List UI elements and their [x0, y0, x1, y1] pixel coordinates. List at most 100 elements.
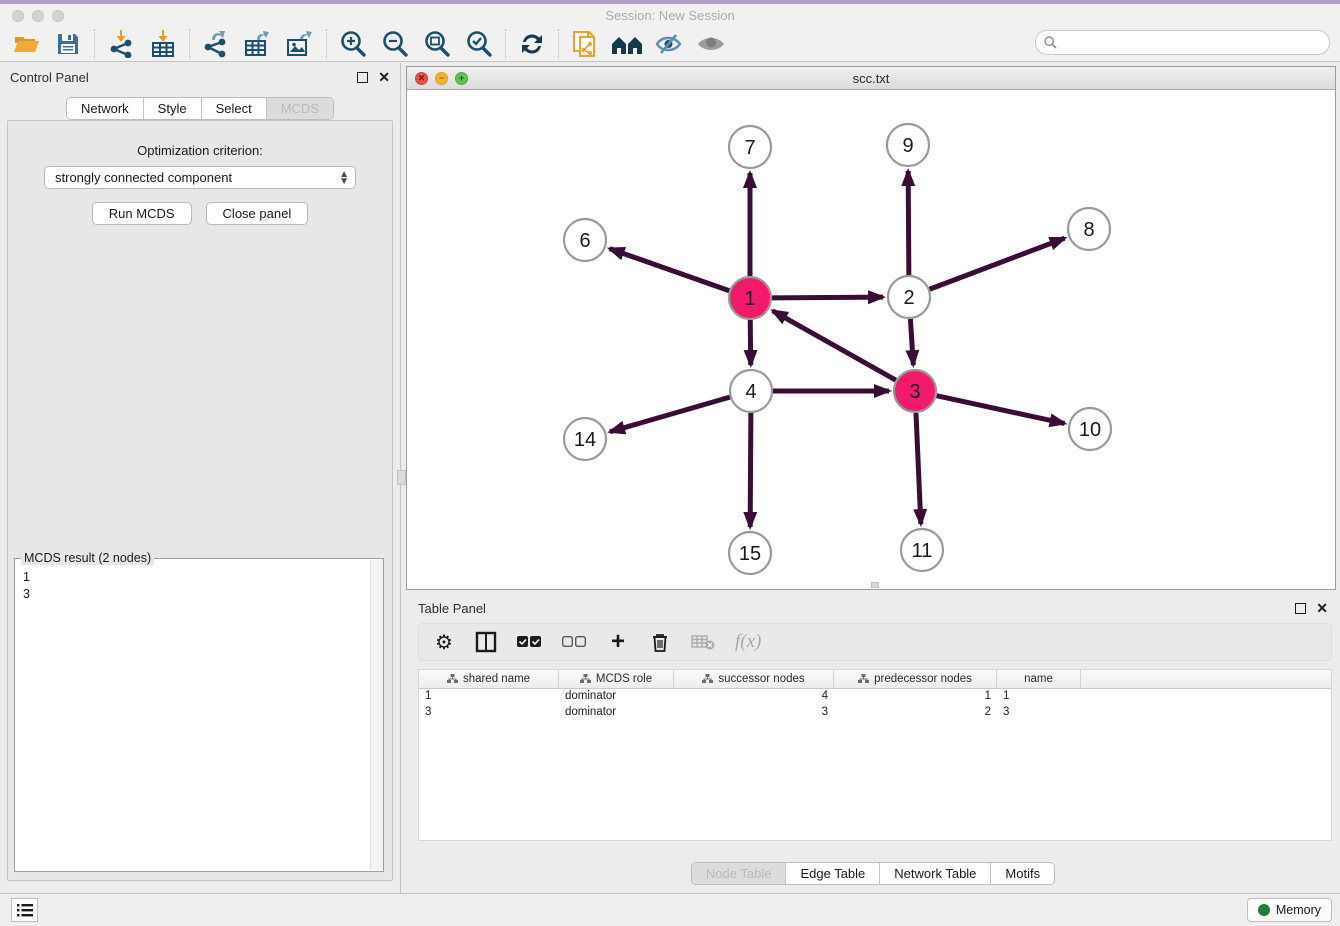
graph-node-14[interactable]: 14 [564, 418, 606, 460]
column-header-predecessor-nodes[interactable]: predecessor nodes [834, 670, 997, 688]
export-network-icon[interactable] [200, 29, 232, 59]
node-table: shared name MCDS role successor nodes pr… [418, 669, 1332, 841]
tab-motifs[interactable]: Motifs [991, 863, 1054, 884]
close-panel-icon[interactable]: ✕ [378, 72, 390, 83]
memory-status-icon [1258, 904, 1270, 916]
gear-icon[interactable]: ⚙ [433, 629, 455, 655]
refresh-icon[interactable] [516, 29, 548, 59]
zoom-in-icon[interactable] [337, 29, 369, 59]
table-panel: Table Panel ✕ ⚙ + f(x) shared name [406, 595, 1340, 893]
canvas-grip[interactable] [871, 582, 879, 588]
run-mcds-button[interactable]: Run MCDS [92, 202, 192, 225]
graph-edge-4-15[interactable] [750, 413, 751, 527]
graph-node-9[interactable]: 9 [887, 124, 929, 166]
result-scrollbar[interactable] [370, 560, 383, 870]
graph-node-label: 14 [574, 429, 596, 451]
graph-edge-3-11[interactable] [916, 413, 921, 524]
delete-column-icon [691, 629, 715, 655]
cell-name: 3 [997, 705, 1081, 721]
cell-mcds-role: dominator [559, 689, 674, 705]
column-header-mcds-role[interactable]: MCDS role [559, 670, 674, 688]
zoom-fit-icon[interactable] [421, 29, 453, 59]
save-session-icon[interactable] [52, 29, 84, 59]
search-input[interactable] [1062, 36, 1329, 50]
cell-shared-name: 1 [419, 689, 559, 705]
graph-edge-1-2[interactable] [772, 297, 883, 298]
zoom-selected-icon[interactable] [463, 29, 495, 59]
tab-edge-table[interactable]: Edge Table [786, 863, 880, 884]
graph-edge-2-9[interactable] [908, 171, 909, 275]
column-header-successor-nodes[interactable]: successor nodes [674, 670, 834, 688]
graph-node-11[interactable]: 11 [901, 529, 943, 571]
graph-edge-4-14[interactable] [610, 397, 730, 432]
column-type-icon [858, 674, 869, 684]
memory-label: Memory [1276, 903, 1321, 917]
column-header-name[interactable]: name [997, 670, 1081, 688]
tab-network[interactable]: Network [67, 98, 144, 119]
add-icon[interactable]: + [607, 629, 629, 655]
tab-style[interactable]: Style [144, 98, 202, 119]
show-network-icon[interactable] [695, 29, 727, 59]
tab-mcds[interactable]: MCDS [267, 98, 333, 119]
graph-edge-2-8[interactable] [930, 238, 1065, 289]
graph-node-2[interactable]: 2 [888, 276, 930, 318]
first-neighbors-icon[interactable] [611, 29, 643, 59]
graph-node-7[interactable]: 7 [729, 126, 771, 168]
graph-edge-1-6[interactable] [610, 249, 730, 291]
graph-edge-3-1[interactable] [773, 311, 896, 380]
deselect-all-icon[interactable] [562, 629, 587, 655]
control-panel: Control Panel ✕ Network Style Select MCD… [0, 63, 401, 893]
mcds-result-list[interactable]: 1 3 [15, 559, 383, 603]
import-table-icon[interactable] [147, 29, 179, 59]
column-type-icon [447, 674, 458, 684]
search-field[interactable] [1035, 30, 1330, 55]
graph-edge-2-3[interactable] [910, 319, 913, 365]
graph-node-3[interactable]: 3 [894, 370, 936, 412]
column-header-shared-name[interactable]: shared name [419, 670, 559, 688]
graph-node-label: 8 [1083, 219, 1094, 241]
tab-network-table[interactable]: Network Table [880, 863, 991, 884]
export-image-icon[interactable] [284, 29, 316, 59]
tab-node-table[interactable]: Node Table [692, 863, 787, 884]
network-canvas[interactable]: 7 9 6 8 1 2 4 3 14 10 15 11 [407, 90, 1335, 589]
mcds-result-box: MCDS result (2 nodes) 1 3 [14, 558, 384, 872]
import-network-icon[interactable] [105, 29, 137, 59]
graph-node-15[interactable]: 15 [729, 532, 771, 574]
open-session-icon[interactable] [10, 29, 42, 59]
float-panel-icon[interactable] [357, 72, 368, 83]
column-type-icon [702, 674, 713, 684]
delete-icon[interactable] [649, 629, 671, 655]
select-all-icon[interactable] [517, 629, 542, 655]
window-title: Session: New Session [0, 8, 1340, 23]
memory-button[interactable]: Memory [1247, 898, 1332, 922]
table-row[interactable]: 3 dominator 3 2 3 [419, 705, 1331, 721]
graph-node-10[interactable]: 10 [1069, 408, 1111, 450]
network-view-window: ✕ − + scc.txt 7 9 6 8 1 2 4 3 14 10 15 11 [406, 66, 1336, 590]
search-icon [1044, 36, 1057, 49]
export-table-icon[interactable] [242, 29, 274, 59]
control-panel-title: Control Panel [10, 70, 357, 85]
graph-edge-3-10[interactable] [936, 396, 1064, 424]
splitter-handle[interactable] [397, 470, 406, 485]
optimization-criterion-label: Optimization criterion: [8, 143, 392, 158]
table-row[interactable]: 1 dominator 4 1 1 [419, 689, 1331, 705]
network-window-titlebar[interactable]: ✕ − + scc.txt [407, 67, 1335, 90]
clone-network-icon[interactable] [569, 29, 601, 59]
graph-node-6[interactable]: 6 [564, 219, 606, 261]
main-toolbar [0, 27, 1340, 62]
tab-select[interactable]: Select [202, 98, 267, 119]
stepper-icon: ▲▼ [339, 171, 349, 185]
criterion-dropdown[interactable]: strongly connected component ▲▼ [44, 166, 356, 189]
hide-network-icon[interactable] [653, 29, 685, 59]
close-table-panel-icon[interactable]: ✕ [1316, 603, 1328, 614]
graph-node-8[interactable]: 8 [1068, 208, 1110, 250]
columns-icon[interactable] [475, 629, 497, 655]
graph-node-4[interactable]: 4 [730, 370, 772, 412]
cell-mcds-role: dominator [559, 705, 674, 721]
close-panel-button[interactable]: Close panel [206, 202, 309, 225]
task-history-button[interactable] [11, 898, 38, 922]
zoom-out-icon[interactable] [379, 29, 411, 59]
float-table-panel-icon[interactable] [1295, 603, 1306, 614]
cell-successor-nodes: 4 [674, 689, 834, 705]
graph-node-1[interactable]: 1 [729, 277, 771, 319]
